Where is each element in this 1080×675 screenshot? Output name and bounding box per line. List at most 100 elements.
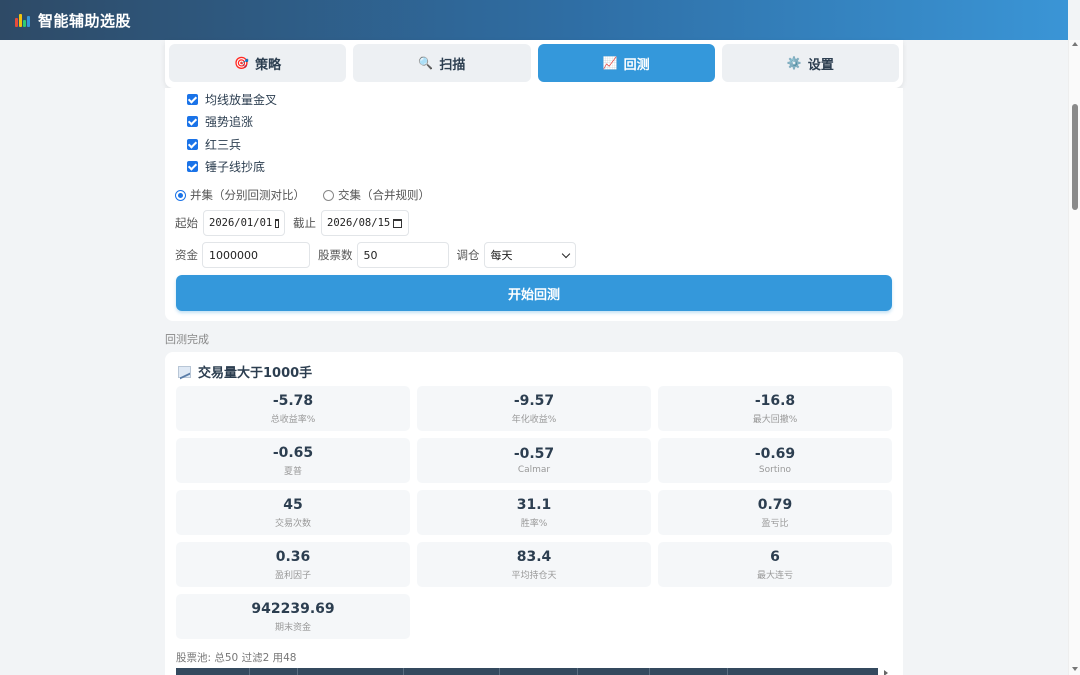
table-header-cell (250, 668, 298, 675)
scroll-right-icon[interactable] (884, 670, 888, 675)
stat-calmar: -0.57 Calmar (417, 438, 651, 483)
end-date-label: 截止 (293, 216, 316, 230)
start-date-input[interactable]: 2026/01/01 (203, 210, 285, 236)
end-date-input[interactable]: 2026/08/15 (321, 210, 409, 236)
scroll-up-icon[interactable] (1072, 42, 1078, 46)
stat-avg-hold-days: 83.4 平均持仓天 (417, 542, 651, 587)
scrollbar-thumb[interactable] (1072, 104, 1078, 210)
stat-win-rate: 31.1 胜率% (417, 490, 651, 535)
intersect-radio[interactable] (323, 189, 334, 201)
tab-label: 设置 (807, 57, 834, 73)
strategy-checklist: 均线放量金叉 强势追涨 红三兵 锤子线抄底 (187, 88, 277, 178)
checkbox-checked-icon[interactable] (187, 138, 198, 150)
stat-value: -9.57 (513, 392, 555, 409)
stats-grid: -5.78 总收益率% -9.57 年化收益% -16.8 最大回撤% -0.6… (176, 386, 892, 639)
table-header-cell (500, 668, 578, 675)
stock-pool-summary: 股票池: 总50 过滤2 用48 (176, 652, 297, 664)
trades-table-header (176, 668, 878, 675)
stock-count-value: 50 (363, 248, 378, 262)
tab-label: 回测 (623, 57, 650, 73)
rebalance-value: 每天 (490, 249, 513, 262)
stat-value: -0.57 (513, 446, 555, 462)
calendar-icon[interactable] (393, 218, 403, 228)
stat-label: Sortino (758, 465, 792, 475)
stat-profit-factor: 0.36 盈利因子 (176, 542, 410, 587)
stock-count-label: 股票数 (318, 248, 353, 262)
stat-profit-loss-ratio: 0.79 盈亏比 (658, 490, 892, 535)
backtest-settings-panel: 均线放量金叉 强势追涨 红三兵 锤子线抄底 并集（分别回测对比） 交集（合并规则… (165, 88, 903, 321)
tab-label: 策略 (255, 57, 282, 73)
checkbox-checked-icon[interactable] (187, 161, 198, 173)
gear-icon: ⚙️ (786, 56, 802, 70)
end-date-value: 2026/08/15 (327, 217, 391, 229)
stat-label: Calmar (517, 465, 551, 475)
table-header-cell (578, 668, 650, 675)
capital-value: 1000000 (209, 248, 258, 262)
stat-label: 总收益率% (270, 414, 316, 425)
tab-scan[interactable]: 🔍 扫描 (353, 44, 531, 82)
app-header: 智能辅助选股 (0, 0, 1068, 40)
stat-label: 平均持仓天 (511, 570, 557, 581)
checkbox-checked-icon[interactable] (187, 116, 198, 128)
strategy-option[interactable]: 均线放量金叉 (187, 88, 277, 111)
strategy-option[interactable]: 锤子线抄底 (187, 156, 277, 179)
stat-final-capital: 942239.69 期末资金 (176, 594, 410, 639)
strategy-option[interactable]: 强势追涨 (187, 111, 277, 134)
strategy-label: 红三兵 (205, 137, 242, 152)
capital-input[interactable]: 1000000 (202, 242, 310, 268)
strategy-option[interactable]: 红三兵 (187, 133, 277, 156)
stat-value: 0.36 (275, 548, 311, 565)
rebalance-label: 调仓 (456, 248, 480, 262)
stat-label: 盈利因子 (274, 570, 311, 581)
stat-label: 交易次数 (274, 518, 311, 529)
combine-mode-group: 并集（分别回测对比） 交集（合并规则） (175, 187, 448, 203)
strategy-label: 强势追涨 (205, 115, 254, 130)
checkbox-checked-icon[interactable] (187, 93, 198, 105)
table-header-cell (650, 668, 728, 675)
strategy-label: 锤子线抄底 (205, 160, 266, 175)
stat-value: 45 (283, 496, 303, 513)
union-label: 并集（分别回测对比） (190, 188, 305, 202)
stat-value: 6 (770, 548, 780, 565)
rebalance-select[interactable]: 每天 (483, 242, 576, 268)
stat-value: -0.65 (272, 444, 314, 461)
stat-label: 胜率% (520, 518, 548, 529)
stat-label: 期末资金 (274, 622, 311, 633)
tab-label: 扫描 (439, 57, 466, 73)
chevron-down-icon (561, 249, 570, 258)
stat-value: -0.69 (754, 446, 796, 462)
scroll-down-icon[interactable] (1072, 667, 1078, 671)
start-date-label: 起始 (175, 216, 198, 230)
stat-label: 最大回撤% (752, 414, 798, 425)
backtest-result-card: 交易量大于1000手 -5.78 总收益率% -9.57 年化收益% -16.8… (165, 352, 903, 675)
stat-label: 年化收益% (511, 414, 557, 425)
stat-max-drawdown: -16.8 最大回撤% (658, 386, 892, 431)
chart-up-icon: 📈 (602, 56, 618, 70)
stat-value: -16.8 (754, 392, 796, 409)
chart-icon (178, 365, 191, 378)
table-header-cell (298, 668, 404, 675)
app-title: 智能辅助选股 (38, 11, 132, 30)
status-text: 回测完成 (165, 333, 209, 346)
tab-settings[interactable]: ⚙️ 设置 (721, 44, 899, 82)
stat-annual-return: -9.57 年化收益% (417, 386, 651, 431)
stat-value: 942239.69 (251, 600, 335, 617)
tab-bar: 🎯 策略 🔍 扫描 📈 回测 ⚙️ 设置 (165, 40, 903, 88)
stat-label: 盈亏比 (761, 518, 789, 529)
strategy-label: 均线放量金叉 (205, 92, 278, 107)
stat-value: 83.4 (516, 548, 552, 565)
params-row: 资金 1000000 股票数 50 调仓 每天 (175, 242, 576, 268)
table-header-cell (728, 668, 878, 675)
stat-sharpe: -0.65 夏普 (176, 438, 410, 483)
stock-count-input[interactable]: 50 (356, 242, 449, 268)
intersect-label: 交集（合并规则） (338, 188, 430, 202)
date-range-row: 起始 2026/01/01 截止 2026/08/15 (175, 210, 417, 236)
start-backtest-button[interactable]: 开始回测 (176, 275, 892, 311)
union-radio[interactable] (175, 189, 186, 201)
page-scrollbar[interactable] (1068, 40, 1080, 675)
tab-strategy[interactable]: 🎯 策略 (169, 44, 347, 82)
tab-backtest[interactable]: 📈 回测 (537, 44, 715, 82)
target-icon: 🎯 (234, 56, 250, 70)
bar-chart-icon (14, 12, 30, 28)
calendar-icon[interactable] (275, 218, 279, 228)
